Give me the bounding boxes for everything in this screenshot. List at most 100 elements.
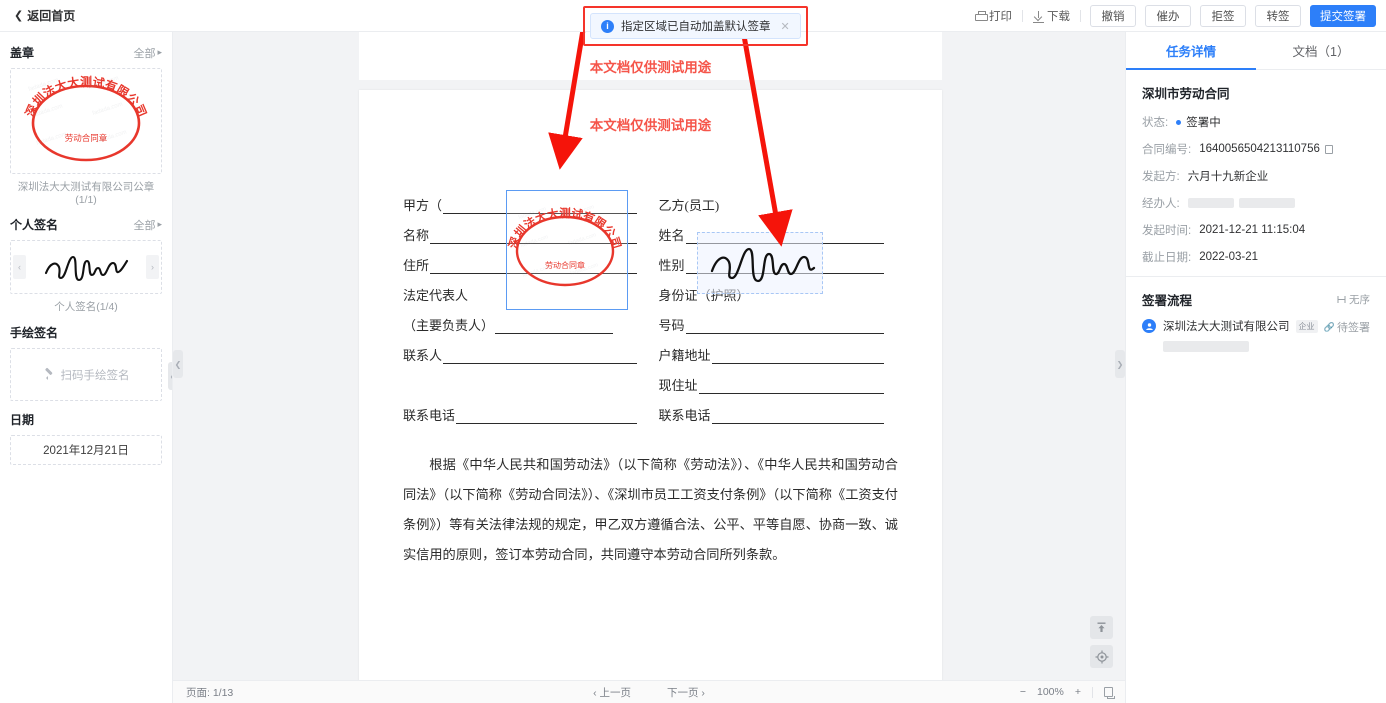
watermark-page: 本文档仅供测试用途 — [589, 118, 712, 133]
seal-section-title: 盖章 — [10, 46, 35, 60]
seal-card[interactable]: 深圳法大大测试有限公司 劳动合同章 fadada.com fadada.com … — [10, 68, 162, 174]
right-panel-tabs: 任务详情 文档（1） — [1126, 32, 1386, 70]
field-value: 六月十九新企业 — [1187, 171, 1269, 183]
party-a-seal-placeholder[interactable]: 深圳法大大测试有限公司 劳动合同章 fadada.com fadada.com … — [506, 190, 628, 310]
personal-signature-section-header: 个人签名 全部 ▸ — [10, 216, 162, 233]
field-line — [495, 321, 614, 334]
viewer-right-collapse-handle[interactable]: ❯ — [1115, 350, 1125, 378]
page-navigation: ‹ 上一页 下一页 › — [593, 685, 705, 700]
transfer-sign-button[interactable]: 转签 — [1255, 5, 1301, 27]
field-label: 现住址 — [658, 378, 698, 393]
toast-message: 指定区域已自动加盖默认签章 — [621, 21, 771, 33]
redacted-block — [1187, 198, 1234, 208]
sign-flow-order: 无序 — [1337, 292, 1370, 307]
svg-text:fadada.com: fadada.com — [32, 104, 64, 119]
seal-view-all-link[interactable]: 全部 ▸ — [133, 45, 162, 61]
sign-flow-title: 签署流程 — [1142, 294, 1193, 308]
tab-documents[interactable]: 文档（1） — [1256, 32, 1386, 69]
signature-prev-button[interactable]: ‹ — [13, 255, 26, 279]
print-button[interactable]: 打印 — [965, 8, 1022, 24]
field-row: 联系电话 — [403, 394, 651, 424]
viewer-left-collapse-handle[interactable]: ❮ — [173, 350, 183, 378]
field-contract-number: 合同编号: 1640056504213110756 — [1142, 141, 1370, 157]
zoom-out-button[interactable]: − — [1020, 686, 1026, 698]
tab-task-details[interactable]: 任务详情 — [1126, 32, 1256, 69]
revoke-button[interactable]: 撤销 — [1090, 5, 1136, 27]
urge-button[interactable]: 催办 — [1145, 5, 1191, 27]
close-icon[interactable]: ✕ — [781, 20, 790, 33]
back-to-home-label: 返回首页 — [27, 9, 76, 23]
personal-signature-card[interactable]: ‹ › — [10, 240, 162, 294]
field-value: 签署中 — [1176, 114, 1221, 130]
field-row: 联系电话 — [659, 394, 899, 424]
page-indicator: 页面: 1/13 — [186, 686, 234, 699]
contract-paragraph-text: 根据《中华人民共和国劳动法》（以下简称《劳动法》）、《中华人民共和国劳动合同法》… — [403, 457, 898, 562]
left-sidebar: 盖章 全部 ▸ 深圳法大大测试有限公司 劳动合同章 fadada.com fad… — [0, 32, 173, 703]
document-viewer[interactable]: 本文档仅供测试用途 本文档仅供测试用途 甲方（ 名称 住所 法定代表人 （主要负… — [173, 32, 1125, 703]
signature-next-button[interactable]: › — [146, 255, 159, 279]
field-line — [711, 351, 884, 364]
field-label: 乙方(员工) — [658, 198, 720, 213]
field-label: 联系电话 — [658, 408, 711, 423]
top-bar-actions: 打印 下载 撤销 催办 拒签 转签 提交签署 — [965, 0, 1376, 32]
print-label: 打印 — [989, 11, 1012, 23]
field-line — [685, 321, 884, 334]
back-to-home-button[interactable]: ❮ 返回首页 — [14, 7, 75, 24]
sign-flow-header: 签署流程 无序 — [1126, 277, 1386, 309]
svg-text:fadada.com: fadada.com — [92, 102, 124, 117]
hand-signature-card[interactable]: 扫码手绘签名 — [10, 348, 162, 401]
field-value: 2021-12-21 11:15:04 — [1199, 224, 1306, 236]
download-button[interactable]: 下载 — [1023, 8, 1080, 24]
personal-signature-view-all-label: 全部 — [133, 219, 156, 232]
field-row: 现住址 — [659, 364, 899, 394]
toast-highlight-box: i 指定区域已自动加盖默认签章 ✕ — [583, 6, 808, 46]
scan-qr-hand-sign: 扫码手绘签名 — [43, 367, 130, 383]
date-card[interactable]: 2021年12月21日 — [10, 435, 162, 465]
field-label: 名称 — [403, 228, 430, 243]
field-key: 截止日期: — [1142, 252, 1192, 264]
arrow-up-icon — [1097, 622, 1106, 632]
field-start-time: 发起时间: 2021-12-21 11:15:04 — [1142, 222, 1370, 238]
field-label: （主要负责人） — [403, 318, 495, 333]
field-row: 户籍地址 — [659, 334, 899, 364]
applied-company-seal: 深圳法大大测试有限公司 劳动合同章 fadada.com fadada.com … — [507, 204, 623, 287]
signer-status: 待签署 — [1337, 322, 1370, 334]
svg-text:fadada.com: fadada.com — [96, 130, 128, 145]
field-label: 姓名 — [658, 228, 685, 243]
reject-sign-button[interactable]: 拒签 — [1200, 5, 1246, 27]
next-page-button[interactable]: 下一页 › — [667, 685, 705, 700]
status-text: 签署中 — [1186, 117, 1221, 129]
locate-signature-button[interactable] — [1090, 645, 1113, 668]
prev-page-button[interactable]: ‹ 上一页 — [593, 685, 631, 700]
svg-text:fadada.com: fadada.com — [568, 232, 598, 247]
target-icon — [1095, 650, 1108, 663]
party-columns: 甲方（ 名称 住所 法定代表人 （主要负责人） 联系人 联系电话 深圳法大大测试… — [403, 184, 898, 424]
avatar — [1142, 319, 1156, 333]
redacted-block — [1238, 198, 1295, 208]
fit-page-icon[interactable] — [1104, 687, 1115, 699]
task-document-title: 深圳市劳动合同 — [1142, 87, 1230, 101]
link-icon[interactable]: 🔗 — [1324, 322, 1335, 332]
field-label: 性别 — [658, 258, 685, 273]
document-page: 本文档仅供测试用途 甲方（ 名称 住所 法定代表人 （主要负责人） 联系人 联系… — [359, 90, 942, 703]
seal-caption: 深圳法大大测试有限公司公章(1/1) — [17, 181, 155, 206]
handwritten-signature-graphic — [44, 255, 129, 282]
scroll-to-top-button[interactable] — [1090, 616, 1113, 639]
date-section-header: 日期 — [10, 411, 162, 428]
download-icon — [1033, 10, 1044, 23]
field-label: 联系电话 — [403, 408, 456, 423]
signer-name: 深圳法大大测试有限公司 — [1163, 321, 1290, 333]
enterprise-badge: 企业 — [1295, 319, 1318, 333]
personal-signature-view-all-link[interactable]: 全部 ▸ — [133, 217, 162, 233]
copy-icon[interactable] — [1324, 144, 1333, 154]
zoom-in-button[interactable]: + — [1075, 686, 1081, 698]
field-value: 2022-03-21 — [1199, 251, 1259, 263]
toast-notification: i 指定区域已自动加盖默认签章 ✕ — [590, 13, 801, 39]
redacted-row — [1163, 339, 1337, 357]
hand-signature-title: 手绘签名 — [10, 326, 59, 340]
viewer-float-buttons — [1090, 616, 1113, 668]
sign-flow-main: 深圳法大大测试有限公司 企业 🔗 — [1163, 318, 1337, 357]
redacted-block — [1163, 341, 1249, 352]
party-b-signature-placeholder[interactable] — [696, 232, 823, 294]
submit-sign-button[interactable]: 提交签署 — [1310, 5, 1376, 27]
